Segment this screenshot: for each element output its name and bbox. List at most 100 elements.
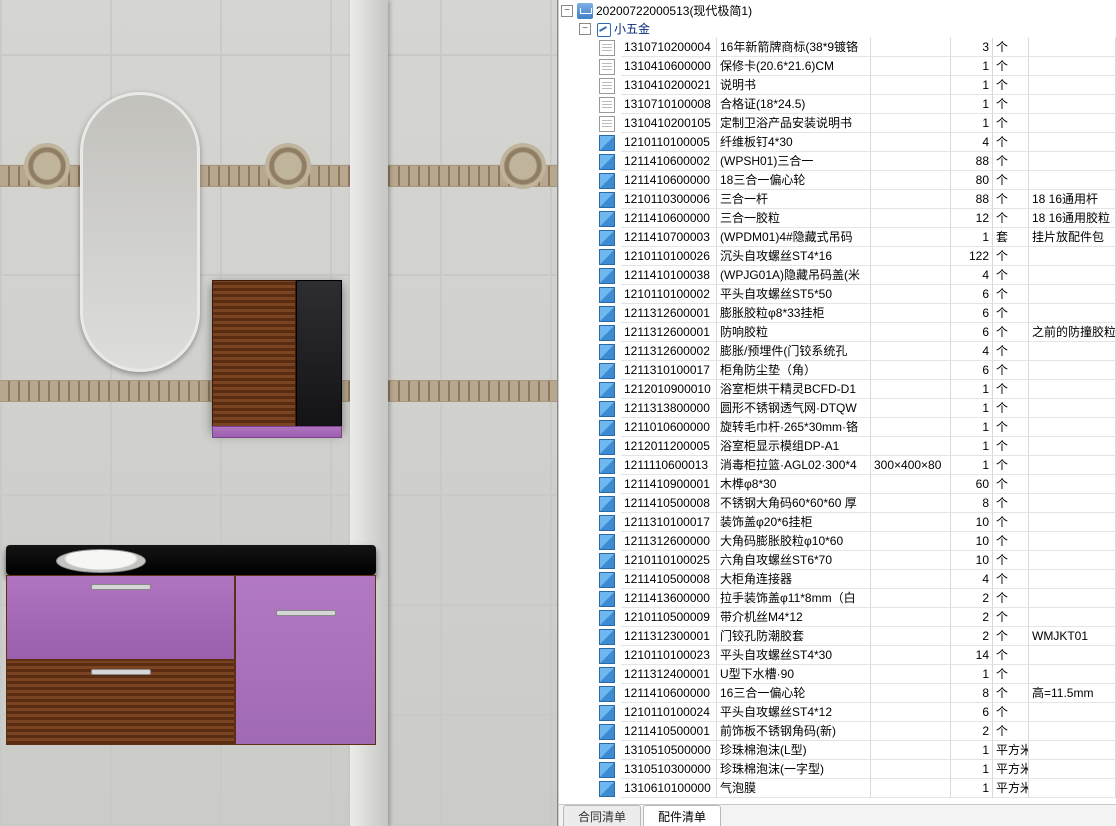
row-unit: 个 [993, 285, 1029, 304]
parts-row[interactable]: 131071020000416年新箭牌商标(38*9镀铬3个 [561, 38, 1116, 57]
row-note [1029, 266, 1116, 285]
row-icon-cell [561, 418, 621, 437]
parts-row[interactable]: 1211312600000大角码膨胀胶粒φ10*6010个 [561, 532, 1116, 551]
row-spec [871, 665, 951, 684]
row-unit: 个 [993, 95, 1029, 114]
row-code: 1211413600000 [621, 589, 717, 608]
parts-row[interactable]: 1211313800000圆形不锈钢透气网·DTQW1个 [561, 399, 1116, 418]
row-icon-cell [561, 76, 621, 95]
row-unit: 个 [993, 608, 1029, 627]
row-name: U型下水槽·90 [717, 665, 871, 684]
row-icon-cell [561, 627, 621, 646]
row-code: 1211410600000 [621, 209, 717, 228]
parts-row[interactable]: 1211110600013消毒柜拉篮·AGL02·300*4300×400×80… [561, 456, 1116, 475]
vanity-object [6, 545, 376, 745]
parts-row[interactable]: 1211312300001门铰孔防潮胶套2个WMJKT01 [561, 627, 1116, 646]
parts-tree[interactable]: − 20200722000513(现代极简1) − 小五金 1310710200… [559, 0, 1116, 804]
row-icon-cell [561, 646, 621, 665]
parts-row[interactable]: 1211312600001膨胀胶粒φ8*33挂柜6个 [561, 304, 1116, 323]
parts-row[interactable]: 1211410600002(WPSH01)三合一88个 [561, 152, 1116, 171]
parts-row[interactable]: 1210110100026沉头自攻螺丝ST4*16122个 [561, 247, 1116, 266]
row-note [1029, 380, 1116, 399]
parts-row[interactable]: 121141060000016三合一偏心轮8个高=11.5mm [561, 684, 1116, 703]
parts-row[interactable]: 121141060000018三合一偏心轮80个 [561, 171, 1116, 190]
parts-row[interactable]: 1210110500009带介机丝M4*122个 [561, 608, 1116, 627]
row-qty: 1 [951, 437, 993, 456]
row-icon-cell [561, 304, 621, 323]
row-icon-cell [561, 494, 621, 513]
parts-row[interactable]: 1212010900010浴室柜烘干精灵BCFD-D11个 [561, 380, 1116, 399]
parts-row[interactable]: 1211312600002膨胀/预埋件(门铰系统孔4个 [561, 342, 1116, 361]
row-code: 1211312400001 [621, 665, 717, 684]
row-spec [871, 114, 951, 133]
parts-row[interactable]: 1310610100000气泡膜1平方米 [561, 779, 1116, 798]
row-icon-cell [561, 760, 621, 779]
parts-row[interactable]: 1211010600000旋转毛巾杆·265*30mm·铬1个 [561, 418, 1116, 437]
cube-icon [599, 363, 615, 379]
row-code: 1211410100038 [621, 266, 717, 285]
row-icon-cell [561, 342, 621, 361]
parts-row[interactable]: 1211310100017柜角防尘垫（角）6个 [561, 361, 1116, 380]
tree-root-node[interactable]: − 20200722000513(现代极简1) [561, 2, 1116, 20]
parts-row[interactable]: 1210110100025六角自攻螺丝ST6*7010个 [561, 551, 1116, 570]
row-name: (WPSH01)三合一 [717, 152, 871, 171]
row-icon-cell [561, 608, 621, 627]
row-code: 1310410200021 [621, 76, 717, 95]
cube-icon [599, 724, 615, 740]
row-note [1029, 437, 1116, 456]
parts-row[interactable]: 1211410600000三合一胶粒12个18 16通用胶粒 [561, 209, 1116, 228]
parts-row[interactable]: 1211410500001前饰板不锈钢角码(新)2个 [561, 722, 1116, 741]
collapse-icon[interactable]: − [561, 5, 573, 17]
row-icon-cell [561, 171, 621, 190]
row-name: 门铰孔防潮胶套 [717, 627, 871, 646]
row-icon-cell [561, 532, 621, 551]
parts-row[interactable]: 1211312600001防响胶粒6个之前的防撞胶粒 [561, 323, 1116, 342]
parts-row[interactable]: 1310410600000保修卡(20.6*21.6)CM1个 [561, 57, 1116, 76]
row-note [1029, 304, 1116, 323]
parts-row[interactable]: 1211410500008不锈钢大角码60*60*60 厚8个 [561, 494, 1116, 513]
collapse-icon[interactable]: − [579, 23, 591, 35]
parts-row[interactable]: 1212011200005浴室柜显示模组DP-A11个 [561, 437, 1116, 456]
row-qty: 10 [951, 532, 993, 551]
cube-icon [599, 648, 615, 664]
row-spec [871, 494, 951, 513]
row-name: 浴室柜显示模组DP-A1 [717, 437, 871, 456]
cube-icon [599, 667, 615, 683]
row-unit: 个 [993, 570, 1029, 589]
parts-row[interactable]: 1210110100023平头自攻螺丝ST4*3014个 [561, 646, 1116, 665]
row-spec: 300×400×80 [871, 456, 951, 475]
row-name: 定制卫浴产品安装说明书 [717, 114, 871, 133]
parts-row[interactable]: 1210110100024平头自攻螺丝ST4*126个 [561, 703, 1116, 722]
parts-row[interactable]: 1210110300006三合一杆88个18 16通用杆 [561, 190, 1116, 209]
parts-row[interactable]: 1211312400001U型下水槽·901个 [561, 665, 1116, 684]
parts-row[interactable]: 1310410200105定制卫浴产品安装说明书1个 [561, 114, 1116, 133]
parts-row[interactable]: 1211310100017装饰盖φ20*6挂柜10个 [561, 513, 1116, 532]
preview-3d-viewport[interactable] [0, 0, 558, 826]
parts-row[interactable]: 1310510500000珍珠棉泡沫(L型)1平方米 [561, 741, 1116, 760]
row-note [1029, 741, 1116, 760]
tab-contract-list[interactable]: 合同清单 [563, 805, 641, 826]
row-unit: 个 [993, 76, 1029, 95]
row-code: 1210110100026 [621, 247, 717, 266]
parts-row[interactable]: 1310410200021说明书1个 [561, 76, 1116, 95]
parts-row[interactable]: 1211410900001木榫φ8*3060个 [561, 475, 1116, 494]
row-qty: 10 [951, 551, 993, 570]
row-spec [871, 95, 951, 114]
row-qty: 8 [951, 494, 993, 513]
parts-row[interactable]: 1310510300000珍珠棉泡沫(一字型)1平方米 [561, 760, 1116, 779]
cube-icon [599, 572, 615, 588]
row-code: 1212010900010 [621, 380, 717, 399]
parts-row[interactable]: 1211413600000拉手装饰盖φ11*8mm（白2个 [561, 589, 1116, 608]
row-icon-cell [561, 152, 621, 171]
parts-row[interactable]: 1210110100005纤维板钉4*304个 [561, 133, 1116, 152]
parts-row[interactable]: 1211410500008大柜角连接器4个 [561, 570, 1116, 589]
tree-group-node[interactable]: − 小五金 [561, 20, 1116, 38]
row-code: 1211312600001 [621, 323, 717, 342]
row-unit: 个 [993, 646, 1029, 665]
parts-row[interactable]: 1211410700003(WPDM01)4#隐藏式吊码1套挂片放配件包 [561, 228, 1116, 247]
row-unit: 平方米 [993, 779, 1029, 798]
parts-row[interactable]: 1310710100008合格证(18*24.5)1个 [561, 95, 1116, 114]
parts-row[interactable]: 1210110100002平头自攻螺丝ST5*506个 [561, 285, 1116, 304]
parts-row[interactable]: 1211410100038(WPJG01A)隐藏吊码盖(米4个 [561, 266, 1116, 285]
tab-parts-list[interactable]: 配件清单 [643, 805, 721, 826]
